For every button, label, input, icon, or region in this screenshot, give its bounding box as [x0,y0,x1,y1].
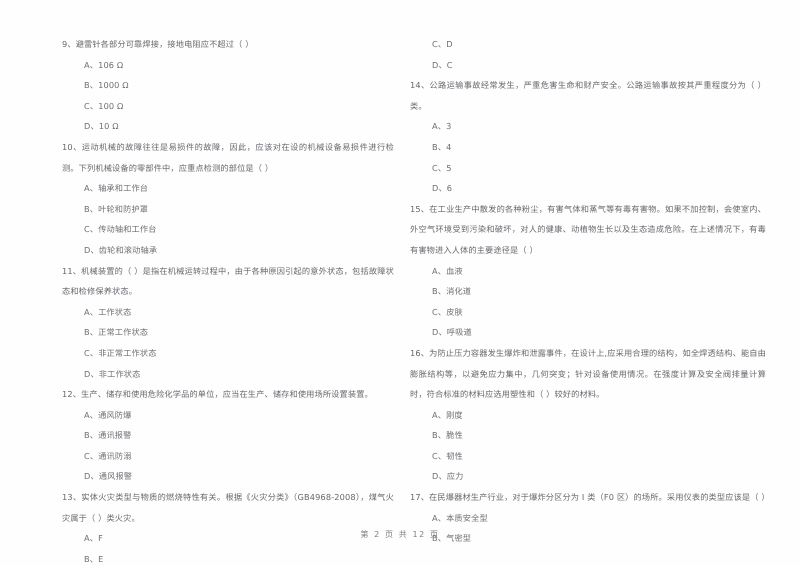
question-12: 12、生产、储存和使用危险化学品的单位，应当在生产、储存和使用场所设置装置。 [62,389,373,400]
question-11: 11、机械装置的（ ）是指在机械运转过程中，由于各种原因引起的意外状态，包括故障… [62,265,394,297]
option-14-c: C、5 [432,162,452,173]
option-11-b: B、正常工作状态 [84,327,149,338]
option-10-b: B、叶轮和防护罩 [84,203,149,214]
right-column: C、D D、C 14、公路运输事故经常发生，严重危害生命和财产安全。公路运输事故… [400,34,800,569]
two-column-body: 9、避雷针各部分可靠焊接，接地电阻应不超过（ ） A、106 Ω B、1000 … [0,34,800,569]
option-15-b: B、消化道 [432,286,472,297]
scanned-exam-page: 9、避雷针各部分可靠焊接，接地电阻应不超过（ ） A、106 Ω B、1000 … [0,0,800,565]
option-9-c: C、100 Ω [84,100,124,111]
option-13-b: B、E [84,553,104,564]
question-13: 13、实体火灾类型与物质的燃烧特性有关。根据《火灾分类》（GB4968-2008… [62,492,394,523]
option-12-c: C、通讯防溺 [84,450,132,461]
option-14-d: D、6 [432,183,453,194]
option-16-d: D、应力 [432,471,464,482]
option-11-c: C、非正常工作状态 [84,347,157,358]
option-9-a: A、106 Ω [84,59,124,70]
option-11-a: A、工作状态 [84,306,132,317]
option-12-b: B、通讯报警 [84,430,132,441]
option-12-d: D、通风报警 [84,471,133,482]
question-16: 16、为防止压力容器发生爆炸和泄露事件，在设计上,应采用合理的结构，如全焊透结构… [410,347,766,400]
left-column: 9、避雷针各部分可靠焊接，接地电阻应不超过（ ） A、106 Ω B、1000 … [0,34,400,569]
option-13-c: C、D [432,39,453,49]
option-15-c: C、皮肤 [432,306,463,317]
option-13-d: D、C [432,59,453,70]
question-15: 15、在工业生产中散发的各种粉尘，有害气体和蒸气等有毒有害物。如果不加控制，会使… [410,203,766,255]
question-9: 9、避雷针各部分可靠焊接，接地电阻应不超过（ ） [62,39,254,49]
option-17-a: A、本质安全型 [432,512,488,523]
option-14-b: B、4 [432,141,452,152]
option-10-c: C、传动轴和工作台 [84,224,157,235]
option-10-d: D、齿轮和滚动轴承 [84,244,158,255]
question-17: 17、在民爆器材生产行业，对于爆炸分区分为 I 类（F0 区）的场所。采用仪表的… [410,492,770,503]
option-9-b: B、1000 Ω [84,80,129,91]
option-15-a: A、血液 [432,265,463,276]
page-footer: 第 2 页 共 12 页 [360,530,440,539]
option-10-a: A、轴承和工作台 [84,183,149,194]
option-16-c: C、韧性 [432,450,463,461]
option-12-a: A、通风防爆 [84,409,132,420]
question-10: 10、运动机械的故障往往是易损件的故障，因此，应该对在设的机械设备易损件进行检测… [62,141,394,173]
option-9-d: D、10 Ω [84,121,119,132]
option-15-d: D、呼吸道 [432,327,472,338]
option-11-d: D、非工作状态 [84,368,141,379]
option-16-a: A、刚度 [432,409,463,420]
option-16-b: B、脆性 [432,430,463,441]
question-14: 14、公路运输事故经常发生，严重危害生命和财产安全。公路运输事故按其严重程度分为… [410,80,766,111]
option-14-a: A、3 [432,121,452,132]
